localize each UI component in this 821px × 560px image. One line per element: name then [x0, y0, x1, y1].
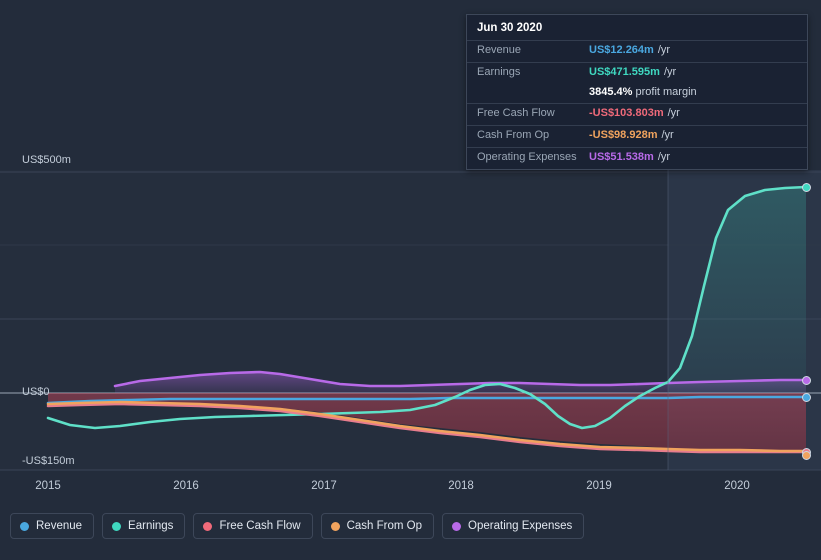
legend-item-earnings[interactable]: Earnings	[102, 513, 186, 539]
tooltip-value-revenue: US$12.264m	[589, 44, 654, 56]
x-tick-2016: 2016	[173, 480, 199, 492]
legend-label-operating-expenses: Operating Expenses	[468, 520, 573, 532]
legend-label-revenue: Revenue	[36, 520, 83, 532]
tooltip-value-earnings: US$471.595m	[589, 66, 660, 78]
cash-from-op-color-dot	[330, 521, 340, 531]
tooltip-date: Jun 30 2020	[477, 22, 543, 34]
tooltip-row-earnings: Earnings US$471.595m /yr	[467, 62, 807, 84]
tooltip-unit-operating-expenses: /yr	[657, 151, 671, 163]
earnings-area	[668, 187, 806, 393]
revenue-color-dot	[20, 521, 29, 531]
x-tick-2018: 2018	[448, 480, 474, 492]
free-cash-flow-color-dot	[203, 521, 213, 531]
tooltip-value-free-cash-flow: -US$103.803m	[589, 107, 664, 119]
revenue-endpoint	[802, 393, 811, 402]
operating-expenses-color-dot	[452, 521, 462, 531]
tooltip-label-revenue: Revenue	[477, 44, 522, 56]
tooltip-profit-margin-label: profit margin	[635, 86, 697, 98]
x-tick-2017: 2017	[311, 480, 337, 492]
earnings-color-dot	[112, 521, 122, 531]
legend-item-cash-from-op[interactable]: Cash From Op	[320, 513, 435, 539]
tooltip-unit-cash-from-op: /yr	[661, 129, 674, 141]
x-tick-2020: 2020	[724, 480, 750, 492]
legend-item-operating-expenses[interactable]: Operating Expenses	[442, 513, 585, 539]
hover-tooltip: Jun 30 2020 Revenue US$12.264m /yr Earni…	[466, 14, 808, 170]
tooltip-profit-margin-value: 3845.4%	[589, 86, 633, 98]
tooltip-unit-free-cash-flow: /yr	[667, 107, 680, 119]
earnings-endpoint	[802, 183, 811, 192]
y-axis-label-bottom: -US$150m	[22, 455, 75, 467]
chart-legend: Revenue Earnings Free Cash Flow Cash Fro…	[10, 513, 585, 539]
tooltip-unit-revenue: /yr	[657, 44, 671, 56]
tooltip-row-cash-from-op: Cash From Op -US$98.928m /yr	[467, 125, 807, 147]
tooltip-value-operating-expenses: US$51.538m	[589, 151, 654, 163]
tooltip-label-earnings: Earnings	[477, 66, 521, 78]
tooltip-value-cash-from-op: -US$98.928m	[589, 129, 658, 141]
legend-item-free-cash-flow[interactable]: Free Cash Flow	[193, 513, 313, 539]
y-axis-label-top: US$500m	[22, 154, 71, 166]
cash-from-op-endpoint	[802, 451, 811, 460]
financial-chart: US$500m US$0 -US$150m 2015 2016 2017 201…	[0, 0, 821, 560]
legend-label-cash-from-op: Cash From Op	[346, 520, 423, 532]
tooltip-row-free-cash-flow: Free Cash Flow -US$103.803m /yr	[467, 103, 807, 125]
tooltip-unit-earnings: /yr	[663, 66, 677, 78]
tooltip-profit-margin: 3845.4% profit margin	[467, 84, 807, 103]
x-tick-2019: 2019	[586, 480, 612, 492]
legend-label-earnings: Earnings	[128, 520, 174, 532]
legend-item-revenue[interactable]: Revenue	[10, 513, 95, 539]
tooltip-row-revenue: Revenue US$12.264m /yr	[467, 40, 807, 62]
legend-label-free-cash-flow: Free Cash Flow	[219, 520, 301, 532]
y-axis-label-zero: US$0	[22, 386, 50, 398]
tooltip-label-free-cash-flow: Free Cash Flow	[477, 107, 555, 119]
tooltip-row-operating-expenses: Operating Expenses US$51.538m /yr	[467, 147, 807, 169]
tooltip-label-operating-expenses: Operating Expenses	[477, 151, 577, 163]
tooltip-label-cash-from-op: Cash From Op	[477, 129, 550, 141]
operating-expenses-endpoint	[802, 376, 811, 385]
x-tick-2015: 2015	[35, 480, 61, 492]
